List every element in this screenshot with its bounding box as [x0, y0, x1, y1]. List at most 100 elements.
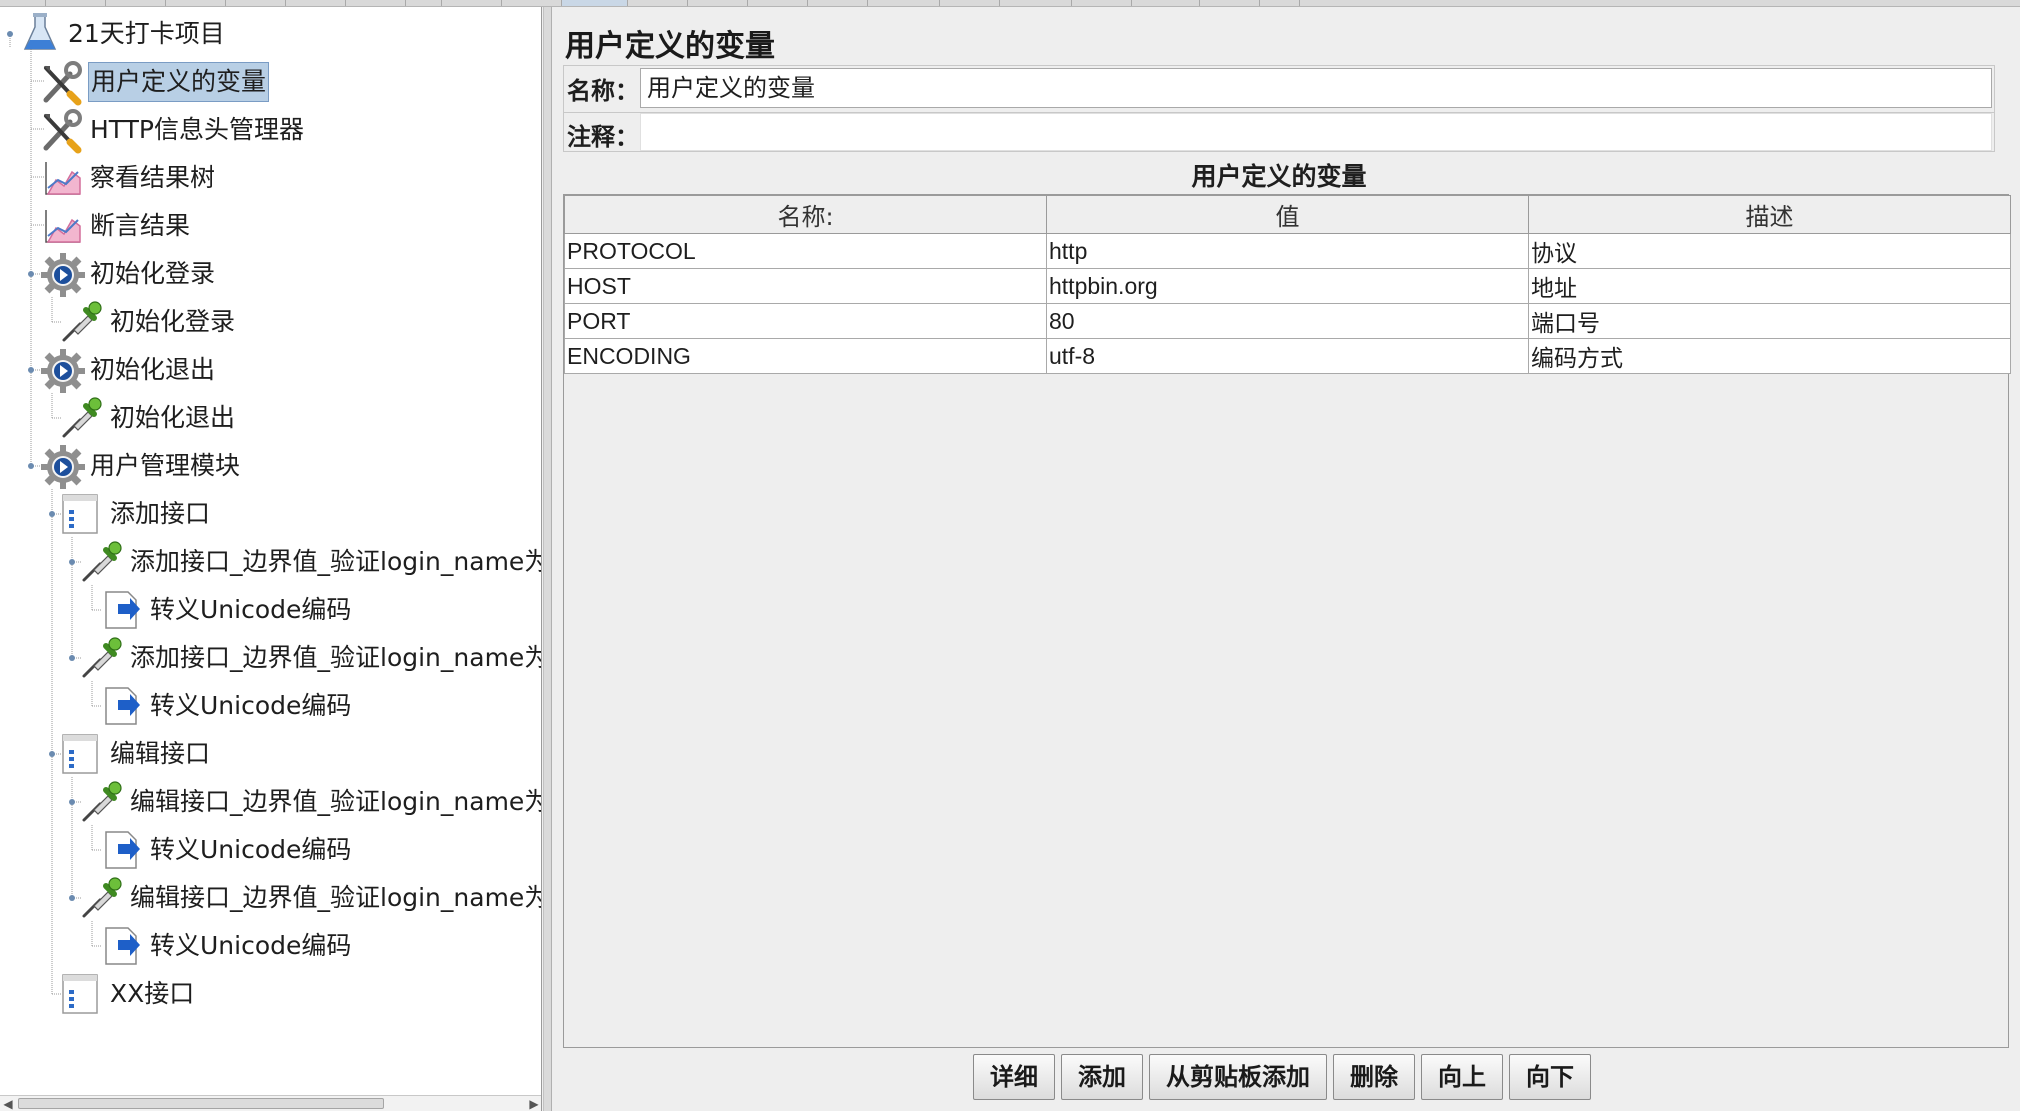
tree-node[interactable]: 添加接口_边界值_验证login_name为一: [80, 539, 542, 585]
delete-button[interactable]: 删除: [1333, 1054, 1415, 1100]
sampler-pipette-icon: [80, 875, 128, 921]
tree-node[interactable]: 初始化登录: [40, 251, 217, 297]
tree-node[interactable]: 断言结果: [40, 203, 192, 249]
tree-node-label: 初始化登录: [110, 307, 236, 336]
tree-node[interactable]: 初始化登录: [60, 299, 237, 345]
tree-node[interactable]: 21天打卡项目: [18, 11, 227, 57]
cell-name[interactable]: PORT: [564, 303, 1047, 339]
table-row[interactable]: PORT 80 端口号: [564, 303, 2011, 339]
column-header-description[interactable]: 描述: [1528, 195, 2011, 234]
tree-node[interactable]: 添加接口: [60, 491, 212, 537]
tree-node-label: 用户定义的变量: [88, 62, 270, 102]
controller-window-icon: [60, 731, 108, 777]
add-button[interactable]: 添加: [1061, 1054, 1143, 1100]
tree-node[interactable]: 察看结果树: [40, 155, 217, 201]
tree-node-label: 添加接口_边界值_验证login_name为一: [130, 547, 542, 576]
thread-group-gear-icon: [40, 347, 88, 393]
scroll-left-arrow-icon[interactable]: ◀: [0, 1097, 16, 1111]
tree-node[interactable]: 编辑接口: [60, 731, 212, 777]
tree-node-label: 断言结果: [90, 211, 191, 240]
tree-node[interactable]: 用户定义的变量: [40, 59, 270, 106]
tree-node-label: 初始化登录: [90, 259, 216, 288]
cell-name[interactable]: PROTOCOL: [564, 233, 1047, 269]
listener-graph-icon: [40, 155, 88, 201]
tree-node[interactable]: 添加接口_边界值_验证login_name为十: [80, 635, 542, 681]
tree-node[interactable]: 初始化退出: [60, 395, 237, 441]
tree-horizontal-scrollbar[interactable]: ◀ ▶: [0, 1095, 541, 1111]
page-title: 用户定义的变量: [565, 29, 775, 64]
thread-group-gear-icon: [40, 443, 88, 489]
postprocessor-arrow-icon: [100, 587, 148, 633]
scroll-right-arrow-icon[interactable]: ▶: [526, 1097, 541, 1111]
cell-description[interactable]: 编码方式: [1528, 338, 2011, 374]
listener-graph-icon: [40, 203, 88, 249]
tree-node[interactable]: 转义Unicode编码: [100, 923, 353, 969]
add-from-clipboard-button[interactable]: 从剪贴板添加: [1149, 1054, 1327, 1100]
tree-node[interactable]: HTTP信息头管理器: [40, 107, 306, 154]
tree-node-label: 编辑接口_边界值_验证login_name为一: [130, 787, 542, 816]
cell-description[interactable]: 协议: [1528, 233, 2011, 269]
tree-node[interactable]: 初始化退出: [40, 347, 217, 393]
sampler-pipette-icon: [60, 395, 108, 441]
tree-node-label: 转义Unicode编码: [150, 931, 352, 960]
table-row[interactable]: PROTOCOL http 协议: [564, 233, 2011, 269]
name-label: 名称：: [567, 77, 639, 105]
tree-node-label: 初始化退出: [110, 403, 236, 432]
tree-node-label: 添加接口_边界值_验证login_name为十: [130, 643, 542, 672]
cell-value[interactable]: utf-8: [1046, 338, 1529, 374]
sampler-pipette-icon: [80, 539, 128, 585]
config-wrench-icon: [40, 59, 88, 106]
tree-node[interactable]: 转义Unicode编码: [100, 683, 353, 729]
cell-name[interactable]: HOST: [564, 268, 1047, 304]
comment-label: 注释：: [567, 123, 639, 151]
postprocessor-arrow-icon: [100, 683, 148, 729]
controller-window-icon: [60, 491, 108, 537]
test-plan-flask-icon: [18, 11, 66, 57]
tree-node[interactable]: 转义Unicode编码: [100, 827, 353, 873]
table-button-row: 详细 添加 从剪贴板添加 删除 向上 向下: [973, 1054, 1591, 1100]
config-wrench-icon: [40, 107, 88, 154]
postprocessor-arrow-icon: [100, 827, 148, 873]
sampler-pipette-icon: [60, 299, 108, 345]
tree-node[interactable]: 用户管理模块: [40, 443, 242, 489]
tree-node-label: 察看结果树: [90, 163, 216, 192]
column-header-value[interactable]: 值: [1046, 195, 1529, 234]
tree-node-label: 转义Unicode编码: [150, 835, 352, 864]
column-header-name[interactable]: 名称:: [564, 195, 1047, 234]
tree-node-label: 初始化退出: [90, 355, 216, 384]
tree-node[interactable]: 编辑接口_边界值_验证login_name为一: [80, 779, 542, 825]
tree-node-label: 21天打卡项目: [68, 19, 225, 48]
cell-name[interactable]: ENCODING: [564, 338, 1047, 374]
tree-node-label: 编辑接口: [110, 739, 211, 768]
tree-node[interactable]: 转义Unicode编码: [100, 587, 353, 633]
table-title: 用户定义的变量: [1191, 162, 1367, 191]
cell-value[interactable]: 80: [1046, 303, 1529, 339]
test-plan-tree[interactable]: 21天打卡项目 用户定义的变量 HTTP信息头管理器 察看结果树 断言结果 初始化登录 初始…: [0, 7, 542, 1111]
move-down-button[interactable]: 向下: [1509, 1054, 1591, 1100]
tree-node-label: 转义Unicode编码: [150, 691, 352, 720]
table-row[interactable]: HOST httpbin.org 地址: [564, 268, 2011, 304]
variables-table[interactable]: 名称: 值 描述 PROTOCOL http 协议 HOST httpbin.o…: [563, 194, 2011, 1048]
tree-node-label: 用户管理模块: [90, 451, 241, 480]
cell-value[interactable]: httpbin.org: [1046, 268, 1529, 304]
scrollbar-thumb[interactable]: [18, 1098, 384, 1109]
toolbar-strip: [0, 0, 2020, 7]
postprocessor-arrow-icon: [100, 923, 148, 969]
tree-node-label: 添加接口: [110, 499, 211, 528]
move-up-button[interactable]: 向上: [1421, 1054, 1503, 1100]
tree-node-label: 编辑接口_边界值_验证login_name为十: [130, 883, 542, 912]
cell-value[interactable]: http: [1046, 233, 1529, 269]
controller-window-icon: [60, 971, 108, 1017]
cell-description[interactable]: 端口号: [1528, 303, 2011, 339]
panel-splitter[interactable]: [543, 7, 552, 1111]
table-row[interactable]: ENCODING utf-8 编码方式: [564, 338, 2011, 374]
tree-node[interactable]: XX接口: [60, 971, 196, 1017]
table-header-row: 名称: 值 描述: [564, 195, 2011, 234]
user-defined-variables-panel: 用户定义的变量 名称： 用户定义的变量 注释： 用户定义的变量 名称: 值 描述…: [553, 7, 2020, 1111]
tree-node-label: 转义Unicode编码: [150, 595, 352, 624]
name-field[interactable]: 用户定义的变量: [640, 68, 1992, 108]
cell-description[interactable]: 地址: [1528, 268, 2011, 304]
tree-node[interactable]: 编辑接口_边界值_验证login_name为十: [80, 875, 542, 921]
detail-button[interactable]: 详细: [973, 1054, 1055, 1100]
comment-field[interactable]: [640, 113, 1992, 151]
